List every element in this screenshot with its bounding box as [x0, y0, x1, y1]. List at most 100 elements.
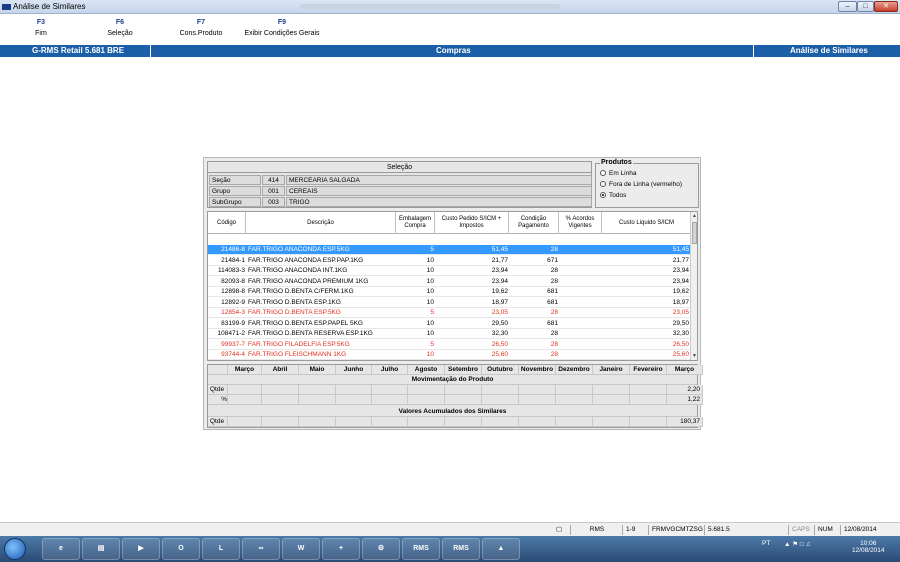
scroll-thumb[interactable]: [692, 222, 697, 244]
explorer-icon[interactable]: ▤: [82, 538, 120, 560]
status-caps: CAPS: [788, 525, 812, 535]
month-cell: 1,22: [667, 395, 703, 405]
settings-app-icon[interactable]: ⚙: [362, 538, 400, 560]
month-cell: [299, 385, 336, 395]
cell-descricao: FAR.TRIGO ANACONDA PREMIUM 1KG: [248, 277, 369, 285]
cell-custo: 23,94: [491, 277, 508, 285]
month-cell: [630, 417, 667, 427]
col-header-embalagem[interactable]: Embalagem Compra: [396, 212, 435, 234]
lync-icon[interactable]: L: [202, 538, 240, 560]
fkey-fim[interactable]: F3 Fim: [26, 19, 56, 37]
month-cell: [593, 385, 630, 395]
col-header-codigo[interactable]: Código: [208, 212, 246, 234]
table-row[interactable]: 12898-8 FAR.TRIGO D.BENTA C/FERM.1KG 10 19,…: [208, 287, 692, 297]
ie-icon[interactable]: e: [42, 538, 80, 560]
similares-grid[interactable]: Código Descrição Embalagem Compra Custo …: [207, 211, 698, 361]
media-icon[interactable]: ▶: [122, 538, 160, 560]
table-row[interactable]: 12854-3 FAR.TRIGO D.BENTA ESP.5KG 5 23,05 28…: [208, 308, 692, 318]
month-cell: [519, 417, 556, 427]
maximize-button[interactable]: □: [857, 1, 874, 12]
month-cell: [556, 395, 593, 405]
month-cell: [556, 417, 593, 427]
cell-descricao: FAR.TRIGO FILADELFIA ESP.5KG: [248, 340, 350, 348]
glasses-icon[interactable]: ∞: [242, 538, 280, 560]
tray-language[interactable]: PT: [762, 540, 770, 547]
cell-embalagem: 10: [426, 288, 434, 295]
table-row[interactable]: 82093-8 FAR.TRIGO ANACONDA PREMIUM 1KG 10 2…: [208, 277, 692, 287]
radio-icon[interactable]: [600, 181, 606, 187]
table-row[interactable]: 93744-4 FAR.TRIGO FLEISCHMANN 1KG 10 25,60 2…: [208, 350, 692, 360]
taskbar-rms-2[interactable]: RMS: [442, 538, 480, 560]
start-button[interactable]: [4, 538, 26, 560]
scroll-down-icon[interactable]: ▼: [691, 352, 697, 360]
cell-condicao: 28: [550, 309, 558, 316]
minimize-button[interactable]: –: [838, 1, 857, 12]
selecao-title: Seleção: [208, 162, 591, 173]
month-header: Março: [667, 365, 703, 375]
function-key-bar: F3 Fim F6 Seleção F7 Cons.Produto F9 Exi…: [0, 15, 900, 43]
month-header: Outubro: [482, 365, 519, 375]
fkey-cons-produto[interactable]: F7 Cons.Produto: [175, 19, 227, 37]
table-row[interactable]: 21484-1 FAR.TRIGO ANACONDA ESP.PAP.1KG 10 2…: [208, 256, 692, 266]
col-header-custo-pedido[interactable]: Custo Pedido S/ICM + Impostos: [435, 212, 509, 234]
month-header: Setembro: [445, 365, 482, 375]
grid-vertical-scrollbar[interactable]: ▲ ▼: [690, 212, 697, 360]
col-header-acordos[interactable]: % Acordos Vigentes: [559, 212, 602, 234]
radio-selected-icon[interactable]: [600, 192, 606, 198]
radio-fora-de-linha[interactable]: Fora de Linha (vermelho): [600, 180, 682, 189]
radio-todos[interactable]: Todos: [600, 191, 626, 200]
cell-custo: 23,05: [491, 309, 508, 316]
cell-custo: 26,50: [491, 340, 508, 348]
scroll-up-icon[interactable]: ▲: [691, 212, 697, 220]
cell-custo: 51,45: [491, 246, 508, 253]
cell-condicao: 28: [550, 267, 558, 274]
month-cell: [262, 385, 299, 395]
status-date: 12/08/2014: [840, 525, 898, 535]
cell-custo: 21,77: [491, 256, 508, 264]
selecao-desc: MERCEARIA SALGADA: [286, 175, 592, 185]
table-row[interactable]: 21486-8 FAR.TRIGO ANACONDA ESP.5KG 5 51,45 2…: [208, 245, 692, 255]
month-cell: [445, 417, 482, 427]
selecao-desc: TRIGO: [286, 197, 592, 207]
month-cell: [299, 417, 336, 427]
cell-descricao: FAR.TRIGO D.BENTA ESP.5KG: [248, 309, 341, 316]
plus-app-icon[interactable]: +: [322, 538, 360, 560]
table-row[interactable]: 114083-3 FAR.TRIGO ANACONDA INT.1KG 10 23,9…: [208, 266, 692, 276]
outlook-icon[interactable]: O: [162, 538, 200, 560]
radio-em-linha[interactable]: Em Linha: [600, 169, 636, 178]
month-cell: [336, 417, 372, 427]
col-header-descricao[interactable]: Descrição: [246, 212, 396, 234]
acumulados-title: Valores Acumulados dos Similares: [208, 407, 697, 417]
pdf-icon[interactable]: ▲: [482, 538, 520, 560]
selecao-label: SubGrupo: [209, 197, 261, 207]
close-button[interactable]: ✕: [874, 1, 898, 12]
col-header-custo-liquido[interactable]: Custo Liquido S/ICM: [602, 212, 692, 234]
word-icon[interactable]: W: [282, 538, 320, 560]
row-label-acum: Qtde: [208, 417, 228, 427]
product-version-label: G-RMS Retail 5.681 BRE: [32, 46, 125, 55]
cell-custo: 19,62: [491, 288, 508, 295]
table-row[interactable]: 83199-9 FAR.TRIGO D.BENTA ESP.PAPEL 5KG 10…: [208, 319, 692, 329]
month-cell: [336, 385, 372, 395]
radio-icon[interactable]: [600, 170, 606, 176]
cell-custo: 25,60: [491, 351, 508, 358]
table-row[interactable]: 12892-9 FAR.TRIGO D.BENTA ESP.1KG 10 18,97 6…: [208, 298, 692, 308]
month-cell: [372, 385, 408, 395]
fkey-exibir-condicoes[interactable]: F9 Exibir Condições Gerais: [240, 19, 324, 37]
taskbar-rms-1[interactable]: RMS: [402, 538, 440, 560]
tray-date: 12/08/2014: [852, 547, 885, 554]
cell-liquido: 19,62: [672, 288, 689, 295]
fkey-selecao[interactable]: F6 Seleção: [100, 19, 140, 37]
fkey-key: F7: [196, 19, 206, 26]
month-header: Fevereiro: [630, 365, 667, 375]
table-row[interactable]: 99937-7 FAR.TRIGO FILADELFIA ESP.5KG 5 26,5…: [208, 340, 692, 350]
month-cell: [630, 395, 667, 405]
table-row[interactable]: 108471-2 FAR.TRIGO D.BENTA RESERVA ESP.1K…: [208, 329, 692, 339]
cell-descricao: FAR.TRIGO D.BENTA ESP.1KG: [248, 298, 341, 306]
fkey-key: F3: [36, 19, 46, 26]
month-header: Agosto: [408, 365, 445, 375]
col-header-condicao[interactable]: Condição Pagamento: [509, 212, 559, 234]
month-header: Maio: [299, 365, 336, 375]
tray-icons[interactable]: ▲ ⚑ □ ♫: [784, 540, 810, 548]
tray-clock[interactable]: 10:06 12/08/2014: [852, 540, 885, 554]
